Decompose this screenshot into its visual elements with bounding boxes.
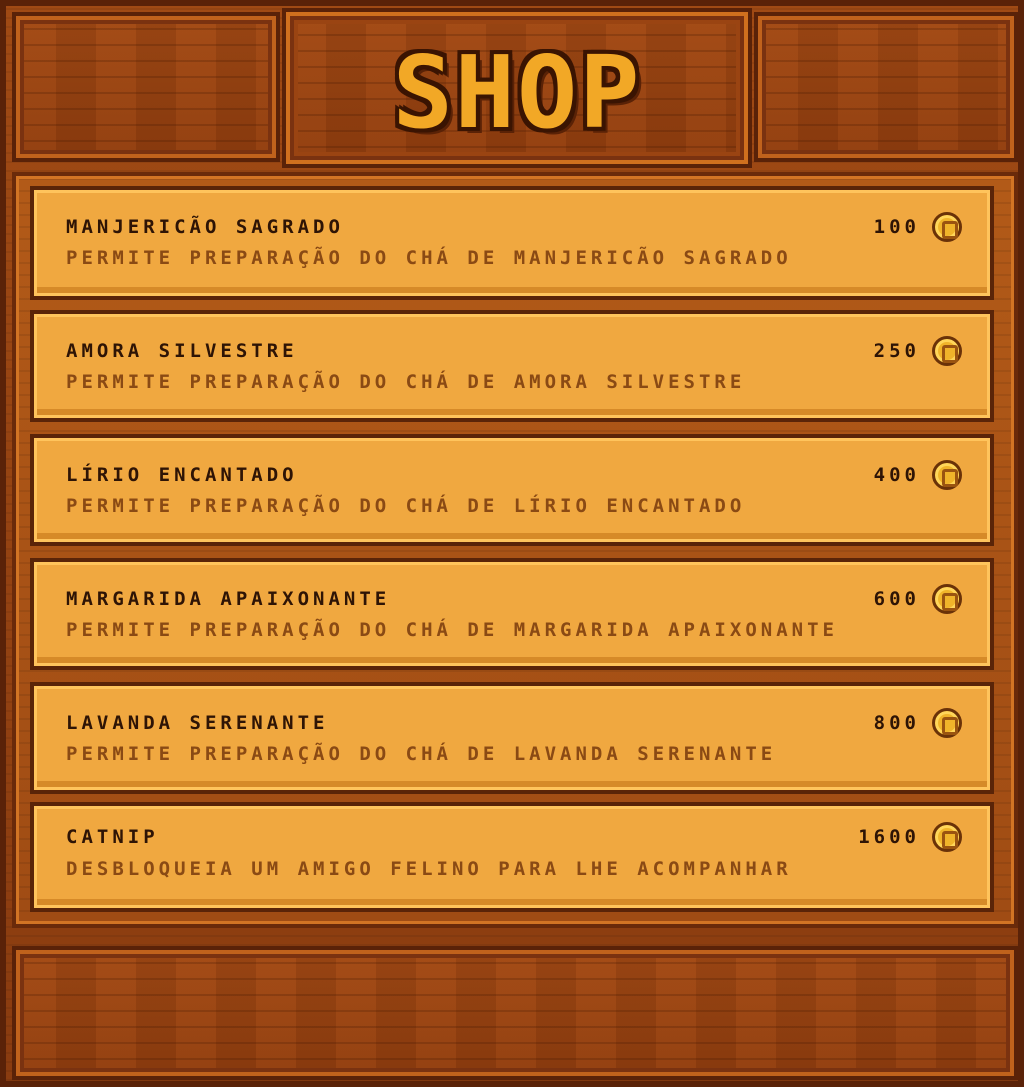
shop-item-margarida-apaixonante[interactable]: Margarida Apaixonante Permite preparação… <box>30 558 994 670</box>
item-name: Amora Silvestre <box>66 340 298 362</box>
coin-icon <box>932 584 962 614</box>
item-name: Lírio Encantado <box>66 464 298 486</box>
title-plank: SHOP <box>282 8 752 168</box>
item-name: Manjericão Sagrado <box>66 216 344 238</box>
shop-item-lavanda-serenante[interactable]: Lavanda Serenante Permite preparação do … <box>30 682 994 794</box>
item-description: Permite preparação do chá de lavanda ser… <box>66 743 777 765</box>
shop-item-manjericao-sagrado[interactable]: Manjericão Sagrado Permite preparação do… <box>30 186 994 300</box>
item-price: 1600 <box>858 826 920 848</box>
header-plank-left <box>12 12 280 162</box>
item-price: 600 <box>873 588 920 610</box>
shop-item-lirio-encantado[interactable]: Lírio Encantado Permite preparação do ch… <box>30 434 994 546</box>
header-plank-right <box>754 12 1018 162</box>
footer-plank <box>12 946 1018 1080</box>
item-price: 250 <box>873 340 920 362</box>
coin-icon <box>932 708 962 738</box>
item-price: 100 <box>873 216 920 238</box>
item-price: 800 <box>873 712 920 734</box>
shop-item-catnip[interactable]: Catnip Desbloqueia um amigo felino para … <box>30 802 994 912</box>
item-description: Permite preparação do chá de lírio encan… <box>66 495 746 517</box>
shop-item-list: Manjericão Sagrado Permite preparação do… <box>12 172 1018 928</box>
coin-icon <box>932 336 962 366</box>
item-description: Permite preparação do chá de margarida a… <box>66 619 838 641</box>
coin-icon <box>932 460 962 490</box>
shop-title: SHOP <box>392 34 642 151</box>
item-name: Lavanda Serenante <box>66 712 329 734</box>
item-price: 400 <box>873 464 920 486</box>
shop-window: SHOP Manjericão Sagrado Permite preparaç… <box>0 0 1024 1087</box>
shop-item-amora-silvestre[interactable]: Amora Silvestre Permite preparação do ch… <box>30 310 994 422</box>
coin-icon <box>932 212 962 242</box>
coin-icon <box>932 822 962 852</box>
item-name: Catnip <box>66 826 159 848</box>
item-description: Permite preparação do chá de amora silve… <box>66 371 746 393</box>
item-name: Margarida Apaixonante <box>66 588 391 610</box>
item-description: Permite preparação do chá de manjericão … <box>66 247 792 269</box>
item-description: Desbloqueia um amigo felino para lhe aco… <box>66 858 792 880</box>
